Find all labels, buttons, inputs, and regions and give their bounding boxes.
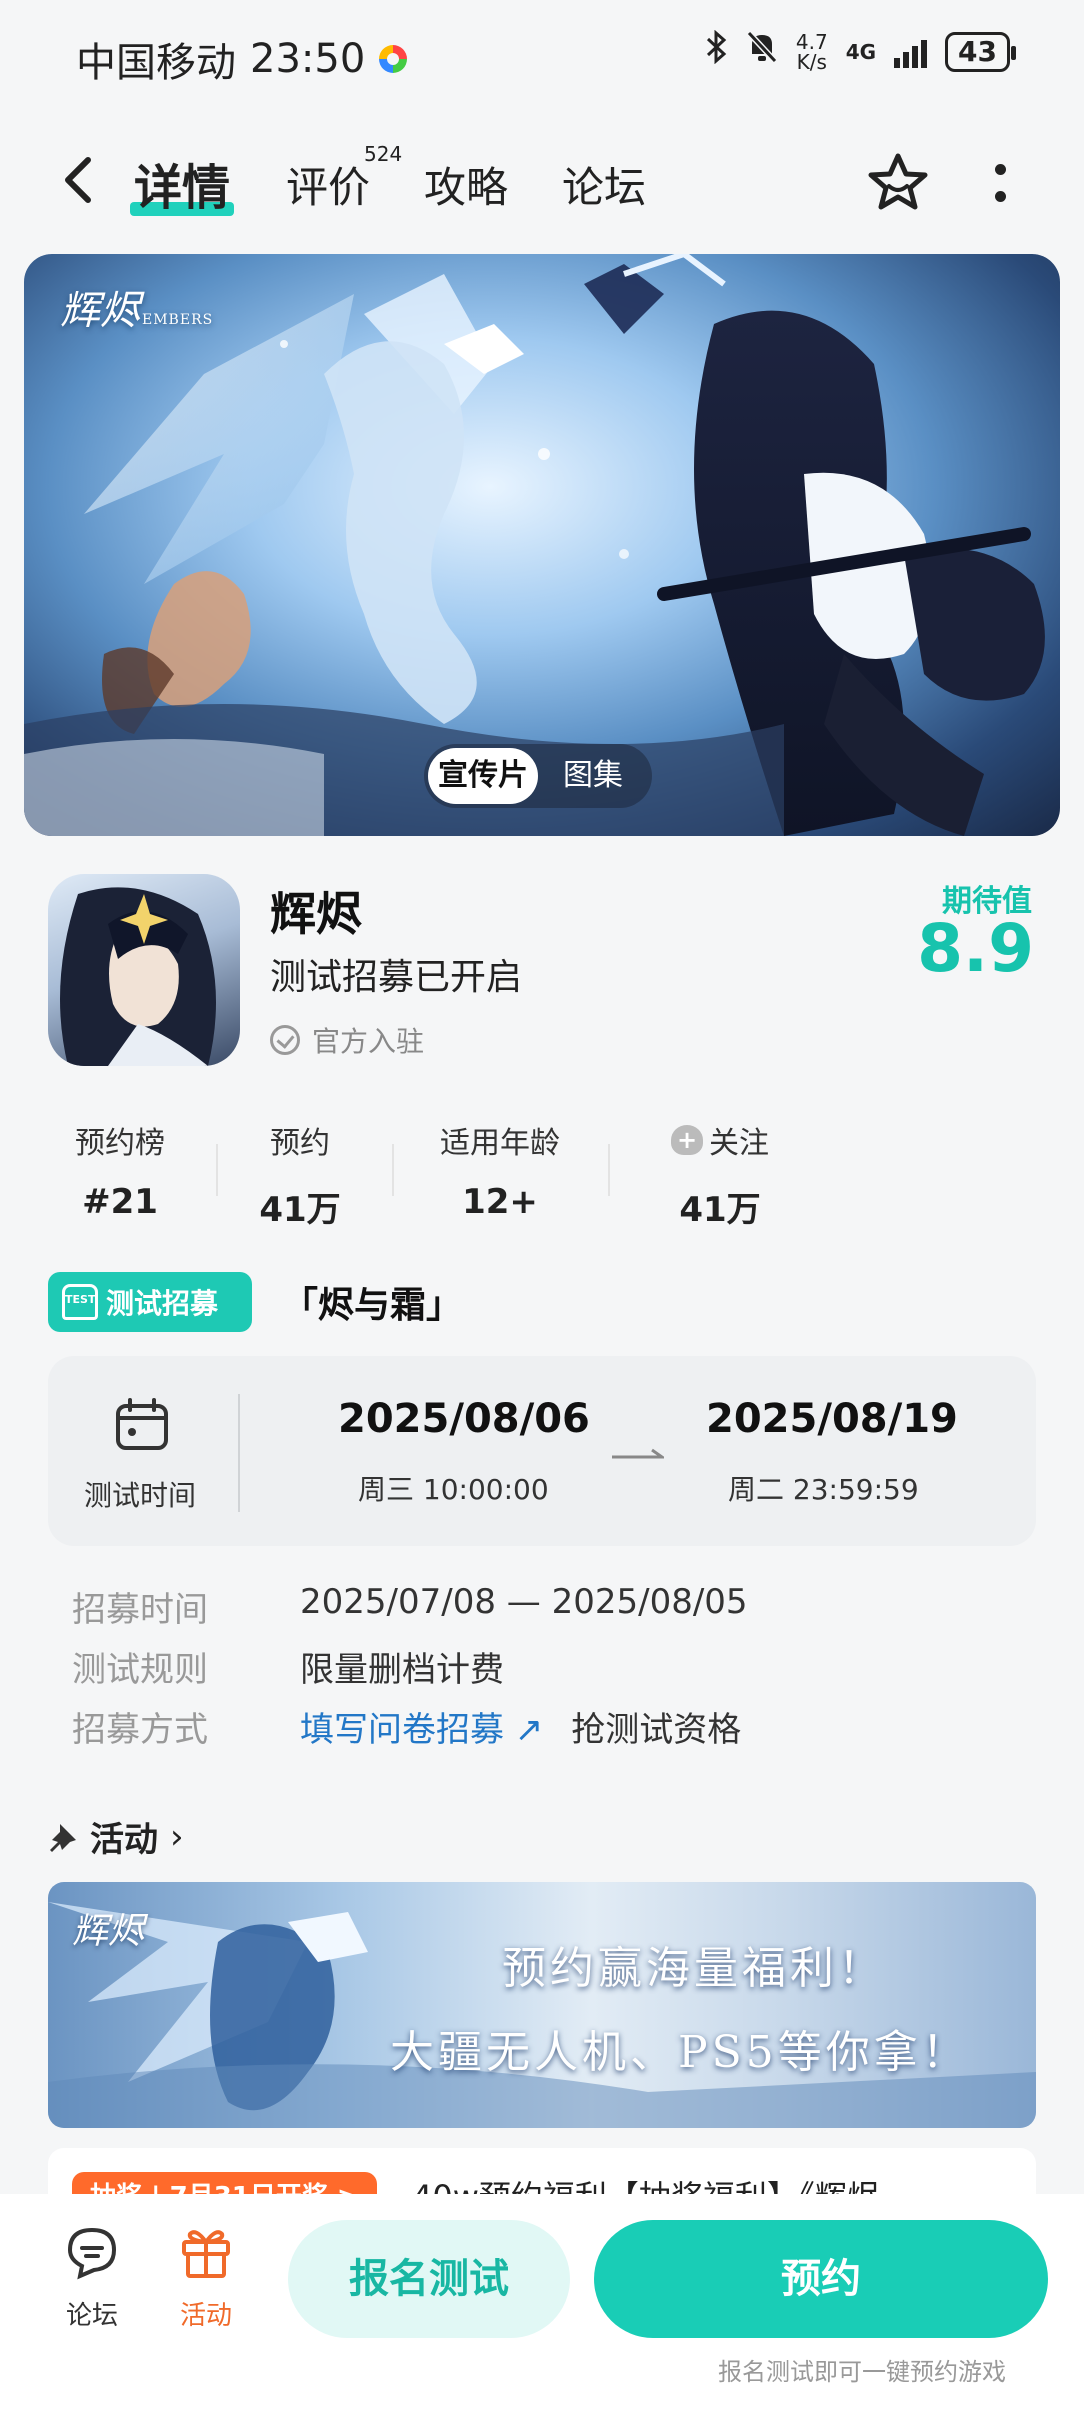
mute-bell-icon: [746, 30, 778, 73]
activity-banner-logo: 辉烬: [72, 1911, 145, 1952]
signal-icon: [894, 36, 928, 68]
stat-age[interactable]: 适用年龄 12+: [420, 1118, 580, 1222]
arrow-right-icon: [612, 1448, 664, 1459]
lottery-tag: 抽奖 | 7月31日开奖 >: [72, 2172, 377, 2194]
stat-divider: [216, 1144, 218, 1196]
banner-logo: 辉烬 EMBERS: [60, 288, 214, 334]
tab-forum[interactable]: 论坛: [562, 154, 646, 215]
pin-icon: [50, 1823, 76, 1852]
stat-follow[interactable]: + 关注 41万: [640, 1118, 800, 1231]
end-date: 2025/08/19: [706, 1396, 958, 1442]
app-name: 辉烬: [270, 887, 362, 941]
start-time: 周三 10:00:00: [358, 1473, 549, 1506]
reserve-hint: 报名测试即可一键预约游戏: [718, 2358, 1006, 2386]
test-time-label: 测试时间: [84, 1479, 197, 1512]
stat-reservations: 预约 41万: [259, 1126, 341, 1230]
official-badge: 官方入驻: [270, 1020, 424, 1060]
back-icon[interactable]: [58, 152, 98, 208]
card-divider: [238, 1394, 240, 1512]
stat-rank[interactable]: 预约榜 #21: [40, 1118, 200, 1222]
carrier-label: 中国移动: [76, 40, 236, 86]
info-row-rules: 测试规则 限量删档计费: [72, 1650, 504, 1690]
switch-video[interactable]: 宣传片: [428, 748, 538, 804]
info-row-method: 招募方式 填写问卷招募 ↗ 抢测试资格: [72, 1702, 741, 1751]
bluetooth-icon: [706, 29, 728, 73]
app-notification-icon: [379, 45, 408, 73]
expect-value: 8.9: [917, 910, 1034, 987]
forum-button[interactable]: 论坛: [52, 2224, 132, 2332]
questionnaire-link[interactable]: 填写问卷招募 ↗: [300, 1702, 543, 1751]
stat-divider: [392, 1144, 394, 1196]
tab-guides[interactable]: 攻略: [424, 154, 508, 215]
app-icon: [48, 874, 240, 1066]
status-left: 中国移动 23:50: [76, 30, 408, 88]
reserve-button[interactable]: 预约: [594, 2220, 1048, 2338]
test-icon: TEST: [62, 1284, 98, 1320]
check-circle-icon: [270, 1025, 300, 1055]
tab-reviews[interactable]: 评价: [286, 154, 370, 215]
star-icon[interactable]: [866, 150, 930, 214]
activity-header[interactable]: 活动 ›: [48, 1812, 184, 1861]
info-row-recruit-time: 招募时间 2025/07/08 — 2025/08/05: [72, 1582, 748, 1630]
chevron-right-icon: ›: [170, 1816, 184, 1857]
end-time: 周二 23:59:59: [728, 1473, 919, 1506]
chat-bubble-icon: [67, 2227, 117, 2280]
battery-indicator: 43: [945, 31, 1016, 72]
status-right: 4.7 K/s 4G 43: [706, 29, 1016, 74]
activity-banner-line2: 大疆无人机、PS5等你拿！: [390, 2027, 970, 2078]
stat-divider: [608, 1144, 610, 1196]
activity-item[interactable]: 抽奖 | 7月31日开奖 > 40w预约福利【抽奖福利】《辉烬: [48, 2148, 1036, 2194]
start-date: 2025/08/06: [338, 1396, 590, 1442]
bottom-action-bar: 论坛 活动 报名测试 预约 报名测试即可一键预约游戏: [0, 2194, 1084, 2412]
test-time-card: 测试时间 2025/08/06 周三 10:00:00 2025/08/19 周…: [48, 1356, 1036, 1546]
switch-gallery[interactable]: 图集: [538, 748, 648, 804]
heart-icon: +: [671, 1125, 703, 1155]
calendar-icon: [116, 1398, 168, 1450]
gift-icon: [182, 2230, 230, 2278]
app-subtitle: 测试招募已开启: [270, 957, 523, 998]
stats-row: 预约榜 #21 预约 41万 适用年龄 12+ + 关注 41万: [40, 1118, 800, 1230]
net-speed: 4.7 K/s: [795, 29, 828, 74]
status-bar: 中国移动 23:50 4.7 K/s 4G 43: [0, 0, 1084, 112]
recruit-badge: TEST 测试招募: [48, 1272, 252, 1332]
media-switch: 宣传片 图集: [424, 744, 652, 808]
network-type: 4G: [845, 39, 877, 64]
reviews-count-badge: 524: [364, 142, 403, 166]
promo-banner[interactable]: 辉烬 EMBERS 宣传片 图集: [24, 254, 1060, 836]
activity-button[interactable]: 活动: [166, 2224, 246, 2332]
activity-banner-line1: 预约赢海量福利！: [502, 1943, 886, 1994]
tab-details[interactable]: 详情: [134, 148, 230, 218]
clock: 23:50: [250, 36, 366, 82]
activity-banner[interactable]: 辉烬 预约赢海量福利！ 大疆无人机、PS5等你拿！: [48, 1882, 1036, 2128]
more-icon[interactable]: [990, 158, 1010, 208]
recruit-title: 「烬与霜」: [282, 1285, 463, 1326]
activity-item-title: 40w预约福利【抽奖福利】《辉烬: [412, 2172, 879, 2194]
activity-artwork: [48, 1902, 1036, 2128]
signup-test-button[interactable]: 报名测试: [288, 2220, 570, 2338]
top-nav: 详情 评价 524 攻略 论坛: [0, 130, 1084, 230]
